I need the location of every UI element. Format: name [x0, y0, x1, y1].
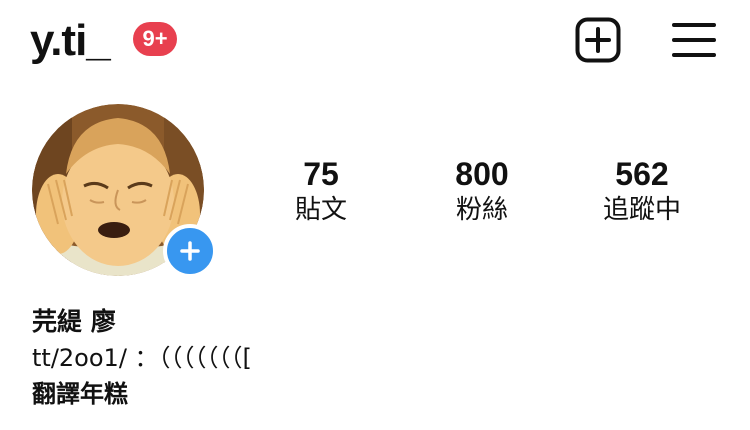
following-stat[interactable]: 562 追蹤中: [572, 155, 712, 227]
following-label: 追蹤中: [602, 195, 681, 225]
add-story-button[interactable]: [163, 224, 217, 278]
plus-square-icon: [575, 17, 621, 63]
profile-header: y.ti_ 9+: [0, 0, 750, 90]
hamburger-menu-icon: [672, 23, 716, 57]
notification-badge[interactable]: 9+: [133, 22, 177, 56]
following-count: 562: [615, 156, 669, 192]
bio-line-2: 翻譯年糕: [32, 380, 128, 408]
avatar-container[interactable]: [32, 104, 217, 278]
display-name: 芫緹 廖: [32, 307, 116, 336]
posts-stat[interactable]: 75 貼文: [251, 155, 391, 227]
username-title[interactable]: y.ti_: [30, 14, 111, 68]
followers-label: 粉絲: [455, 195, 508, 225]
followers-stat[interactable]: 800 粉絲: [412, 155, 552, 227]
followers-count: 800: [455, 156, 509, 192]
new-post-button[interactable]: [575, 17, 621, 63]
bio-line-1: tt/2oo1/ ：（（（（（（（[: [32, 344, 252, 372]
plus-icon: [180, 241, 200, 261]
profile-bio: 芫緹 廖 tt/2oo1/ ：（（（（（（（[ 翻譯年糕: [32, 304, 722, 412]
menu-button[interactable]: [671, 17, 717, 63]
profile-page: y.ti_ 9+ 75 貼文 800 粉絲 562 追蹤中 芫緹 廖 tt/2o…: [0, 0, 750, 430]
posts-label: 貼文: [294, 195, 347, 225]
posts-count: 75: [303, 156, 339, 192]
